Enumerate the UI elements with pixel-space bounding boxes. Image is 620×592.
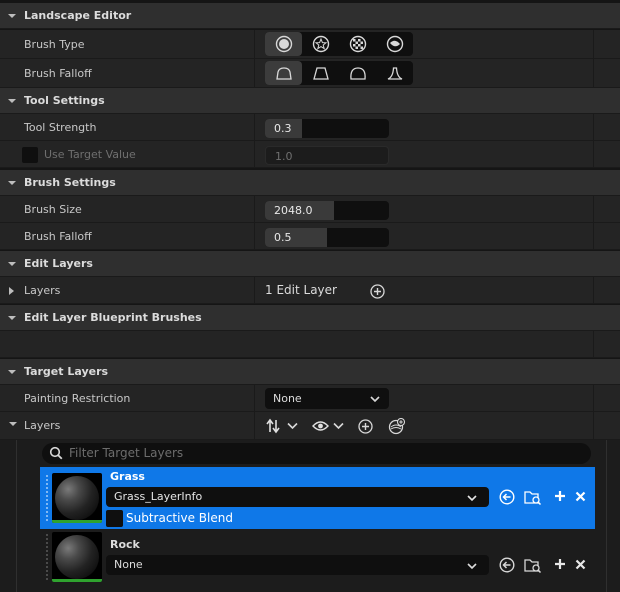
use-selected-asset-icon[interactable] bbox=[498, 488, 516, 506]
component-brush-icon[interactable] bbox=[376, 32, 413, 56]
tool-strength-row: Tool Strength 0.3 bbox=[0, 114, 620, 141]
brush-falloff-slider[interactable]: 0.5 bbox=[265, 228, 389, 247]
edit-layers-row: Layers 1 Edit Layer bbox=[0, 277, 620, 304]
search-placeholder: Filter Target Layers bbox=[69, 446, 184, 460]
use-target-value-field: 1.0 bbox=[265, 146, 389, 165]
section-title: Target Layers bbox=[24, 365, 109, 378]
target-layer-rock[interactable]: Rock None bbox=[40, 531, 595, 583]
add-circle-icon[interactable] bbox=[357, 418, 373, 434]
linear-falloff-icon[interactable] bbox=[302, 61, 339, 85]
layer-thumbnail bbox=[52, 532, 102, 582]
use-target-value-row: Use Target Value 1.0 bbox=[0, 141, 620, 168]
tip-falloff-icon[interactable] bbox=[376, 61, 413, 85]
section-edit-layer-blueprint-brushes[interactable]: Edit Layer Blueprint Brushes bbox=[0, 305, 620, 331]
add-icon[interactable] bbox=[552, 488, 568, 504]
delete-icon[interactable] bbox=[572, 488, 588, 504]
section-title: Brush Settings bbox=[24, 176, 116, 189]
chevron-down-icon bbox=[466, 493, 478, 506]
dropdown-value: None bbox=[114, 558, 143, 571]
use-target-value-checkbox[interactable] bbox=[22, 147, 38, 163]
brush-falloff-shape-row: Brush Falloff bbox=[0, 59, 620, 88]
chevron-right-icon[interactable] bbox=[8, 286, 16, 299]
create-layer-from-material-icon[interactable] bbox=[387, 417, 405, 435]
use-target-value-label: Use Target Value bbox=[44, 148, 136, 161]
brush-falloff-selector[interactable] bbox=[265, 61, 413, 85]
chevron-down-icon[interactable] bbox=[0, 313, 24, 323]
target-layer-grass[interactable]: Grass Grass_LayerInfo Subtractive Blend bbox=[40, 467, 595, 529]
layer-info-dropdown[interactable]: Grass_LayerInfo bbox=[106, 487, 489, 507]
brush-falloff-label: Brush Falloff bbox=[24, 230, 92, 243]
section-title: Edit Layer Blueprint Brushes bbox=[24, 311, 202, 324]
subtractive-blend-checkbox[interactable] bbox=[106, 510, 123, 527]
search-icon bbox=[49, 446, 63, 463]
layer-name: Grass bbox=[110, 470, 145, 483]
smooth-falloff-icon[interactable] bbox=[265, 61, 302, 85]
chevron-down-icon bbox=[466, 561, 478, 574]
layers-label: Layers bbox=[24, 284, 61, 297]
drag-handle[interactable] bbox=[46, 475, 48, 521]
target-layers-toolbar-row: Layers bbox=[0, 412, 620, 440]
slider-value: 0.5 bbox=[274, 231, 292, 244]
layer-thumbnail bbox=[52, 473, 102, 523]
section-title: Edit Layers bbox=[24, 257, 93, 270]
brush-falloff-label: Brush Falloff bbox=[24, 67, 92, 80]
brush-size-slider[interactable]: 2048.0 bbox=[265, 201, 389, 220]
painting-restriction-dropdown[interactable]: None bbox=[265, 388, 389, 409]
section-tool-settings[interactable]: Tool Settings bbox=[0, 88, 620, 114]
section-edit-layers[interactable]: Edit Layers bbox=[0, 251, 620, 277]
subtractive-blend-label: Subtractive Blend bbox=[126, 511, 233, 525]
browse-asset-icon[interactable] bbox=[523, 555, 543, 575]
eye-icon[interactable] bbox=[311, 418, 329, 434]
add-circle-icon[interactable] bbox=[369, 283, 385, 299]
weight-bar bbox=[52, 579, 102, 582]
drag-handle[interactable] bbox=[46, 534, 48, 580]
section-target-layers[interactable]: Target Layers bbox=[0, 359, 620, 385]
dropdown-value: None bbox=[273, 392, 302, 405]
edit-layer-count: 1 Edit Layer bbox=[265, 283, 337, 297]
alpha-brush-icon[interactable] bbox=[302, 32, 339, 56]
use-selected-asset-icon[interactable] bbox=[498, 556, 516, 574]
field-value: 1.0 bbox=[275, 150, 293, 163]
brush-type-selector[interactable] bbox=[265, 32, 413, 56]
chevron-down-icon[interactable] bbox=[0, 11, 24, 21]
layers-label: Layers bbox=[24, 419, 61, 432]
section-title: Tool Settings bbox=[24, 94, 105, 107]
layer-info-dropdown[interactable]: None bbox=[106, 555, 489, 575]
sort-icon[interactable] bbox=[265, 418, 281, 434]
layer-name: Rock bbox=[110, 538, 140, 551]
chevron-down-icon[interactable] bbox=[8, 412, 18, 440]
blueprint-brushes-empty-row bbox=[0, 331, 620, 358]
dropdown-value: Grass_LayerInfo bbox=[114, 490, 203, 503]
chevron-down-icon[interactable] bbox=[0, 259, 24, 269]
section-landscape-editor[interactable]: Landscape Editor bbox=[0, 3, 620, 29]
section-brush-settings[interactable]: Brush Settings bbox=[0, 170, 620, 196]
brush-size-row: Brush Size 2048.0 bbox=[0, 196, 620, 223]
chevron-down-icon[interactable] bbox=[332, 420, 344, 432]
slider-value: 0.3 bbox=[274, 122, 292, 135]
browse-asset-icon[interactable] bbox=[523, 487, 543, 507]
chevron-down-icon bbox=[369, 394, 381, 407]
pattern-brush-icon[interactable] bbox=[339, 32, 376, 56]
slider-value: 2048.0 bbox=[274, 204, 313, 217]
brush-size-label: Brush Size bbox=[24, 203, 82, 216]
brush-falloff-row: Brush Falloff 0.5 bbox=[0, 223, 620, 250]
chevron-down-icon[interactable] bbox=[0, 367, 24, 377]
tool-strength-label: Tool Strength bbox=[24, 121, 97, 134]
brush-type-label: Brush Type bbox=[24, 38, 85, 51]
chevron-down-icon[interactable] bbox=[286, 420, 298, 432]
filter-target-layers-search[interactable]: Filter Target Layers bbox=[42, 443, 591, 464]
painting-restriction-row: Painting Restriction None bbox=[0, 385, 620, 412]
section-title: Landscape Editor bbox=[24, 9, 132, 22]
brush-type-row: Brush Type bbox=[0, 30, 620, 59]
painting-restriction-label: Painting Restriction bbox=[24, 392, 131, 405]
chevron-down-icon[interactable] bbox=[0, 96, 24, 106]
spherical-falloff-icon[interactable] bbox=[339, 61, 376, 85]
delete-icon[interactable] bbox=[572, 556, 588, 572]
chevron-down-icon[interactable] bbox=[0, 178, 24, 188]
circle-brush-icon[interactable] bbox=[265, 32, 302, 56]
weight-bar bbox=[52, 520, 102, 523]
add-icon[interactable] bbox=[552, 556, 568, 572]
tool-strength-slider[interactable]: 0.3 bbox=[265, 119, 389, 138]
